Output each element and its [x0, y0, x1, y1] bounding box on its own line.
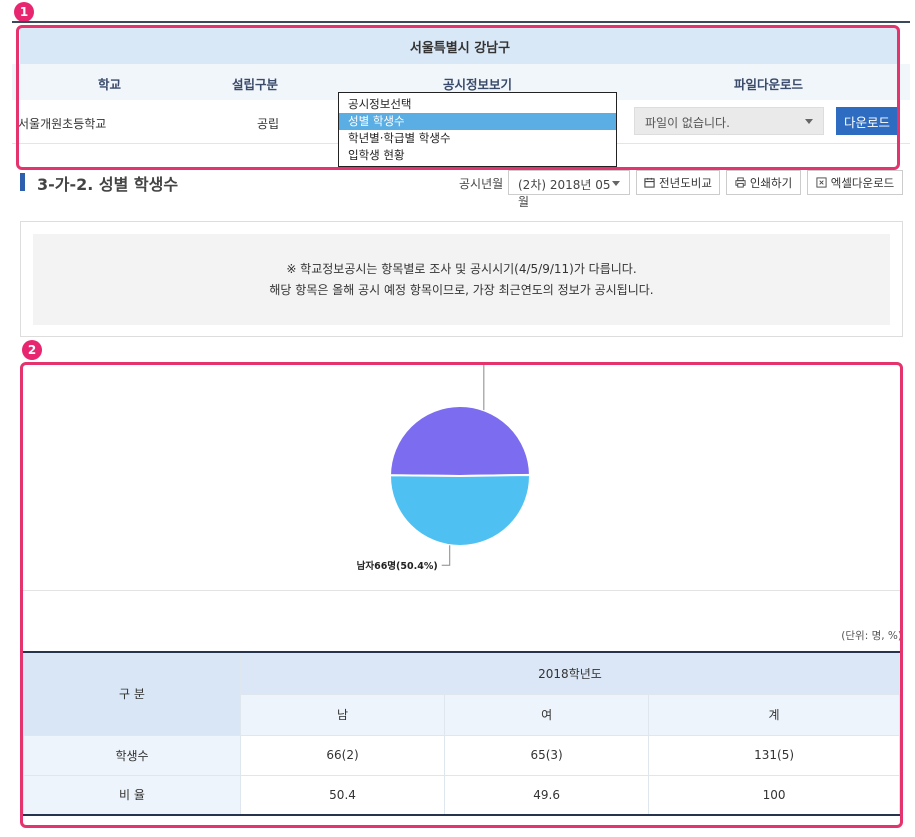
period-label: 공시년월	[459, 177, 504, 191]
excel-label: 엑셀다운로드	[830, 175, 895, 190]
dropdown-option-selected[interactable]: 성별 학생수	[339, 113, 616, 130]
disclosure-dropdown[interactable]: 공시정보선택 성별 학생수 학년별·학급별 학생수 입학생 현황	[338, 92, 617, 167]
dropdown-option[interactable]: 공시정보선택	[339, 96, 616, 113]
step-badge-1: 1	[14, 2, 34, 22]
period-select-value: (2차) 2018년 05월	[518, 178, 611, 209]
chevron-down-icon	[612, 181, 620, 186]
title-accent-bar	[20, 173, 25, 191]
compare-label: 전년도비교	[659, 175, 712, 190]
calendar-icon	[644, 177, 655, 188]
excel-download-button[interactable]: 엑셀다운로드	[807, 170, 903, 195]
highlight-box-2	[20, 362, 903, 828]
step-badge-2: 2	[22, 340, 42, 360]
compare-button[interactable]: 전년도비교	[636, 170, 720, 195]
printer-icon	[735, 177, 746, 188]
notice-box: ※ 학교정보공시는 항목별로 조사 및 공시시기(4/5/9/11)가 다릅니다…	[20, 221, 903, 337]
dropdown-option[interactable]: 학년별·학급별 학생수	[339, 130, 616, 147]
notice-line-1: ※ 학교정보공시는 항목별로 조사 및 공시시기(4/5/9/11)가 다릅니다…	[286, 262, 637, 276]
print-label: 인쇄하기	[749, 175, 793, 190]
top-divider	[12, 21, 910, 23]
print-button[interactable]: 인쇄하기	[726, 170, 801, 195]
dropdown-option[interactable]: 입학생 현황	[339, 147, 616, 164]
notice-line-2: 해당 항목은 올해 공시 예정 항목이므로, 가장 최근연도의 정보가 공시됩니…	[269, 283, 654, 297]
notice-content: ※ 학교정보공시는 항목별로 조사 및 공시시기(4/5/9/11)가 다릅니다…	[33, 234, 890, 325]
excel-icon	[816, 177, 827, 188]
page-title: 3-가-2. 성별 학생수	[37, 175, 179, 194]
period-select[interactable]: (2차) 2018년 05월	[508, 170, 630, 209]
